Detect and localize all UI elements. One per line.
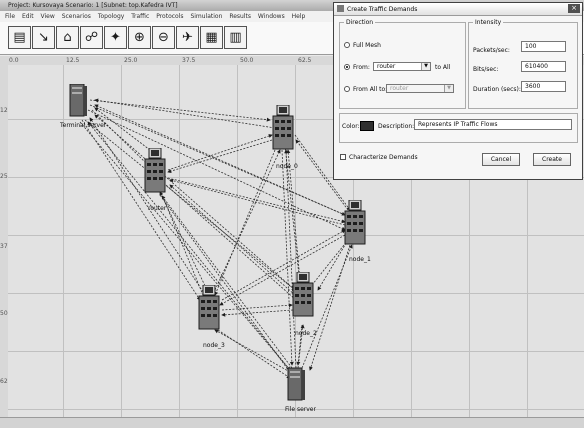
direction-legend: Direction	[346, 19, 374, 26]
color-swatch[interactable]	[360, 121, 374, 131]
full-mesh-radio[interactable]	[344, 42, 350, 48]
router-icon	[272, 104, 294, 150]
node-1[interactable]	[344, 199, 368, 248]
terminal-server-label: Terminal server	[60, 122, 107, 129]
router-node[interactable]	[144, 147, 168, 196]
node-2-label: node_2	[295, 330, 317, 337]
bits-input[interactable]: 610400	[521, 61, 566, 72]
from-all-to-radio[interactable]	[344, 86, 350, 92]
from-select-value: router	[377, 63, 396, 70]
node-0-label: node_0	[276, 163, 298, 170]
router-icon	[198, 284, 220, 330]
dialog-title-bar: Create Traffic Demands ×	[334, 3, 582, 16]
from-all-to-label: From All to:	[353, 86, 388, 93]
router-icon	[144, 147, 166, 193]
from-label: From:	[353, 64, 370, 71]
file-server-node[interactable]	[286, 366, 306, 404]
create-traffic-demands-dialog: Create Traffic Demands × Direction Full …	[333, 2, 583, 180]
node-0[interactable]	[272, 104, 296, 153]
packets-input[interactable]: 100	[521, 41, 566, 52]
chevron-down-icon: ▼	[421, 63, 430, 70]
characterize-demands-checkbox[interactable]	[340, 154, 346, 160]
close-icon[interactable]: ×	[568, 4, 580, 13]
file-server-label: File server	[285, 406, 316, 413]
application-window: Project: Kursovaya Scenario: 1 [Subnet: …	[0, 0, 584, 428]
chevron-down-icon: ▼	[444, 85, 453, 92]
duration-input[interactable]: 3600	[521, 81, 566, 92]
from-all-to-select-value: router	[390, 85, 409, 92]
node-3[interactable]	[198, 284, 222, 333]
to-all-label: to All	[435, 64, 451, 71]
intensity-legend: Intensity	[475, 19, 502, 26]
full-mesh-label: Full Mesh	[353, 42, 381, 49]
from-all-to-select[interactable]: router ▼	[386, 84, 454, 93]
horizontal-scrollbar[interactable]	[0, 417, 584, 428]
node-2[interactable]	[292, 271, 316, 320]
router-icon	[344, 199, 366, 245]
router-icon	[292, 271, 314, 317]
color-label: Color:	[342, 123, 360, 130]
app-icon	[337, 5, 344, 12]
packets-label: Packets/sec:	[473, 47, 510, 54]
characterize-demands-label: Characterize Demands	[349, 154, 418, 161]
from-radio[interactable]	[344, 64, 350, 70]
terminal-server-node[interactable]	[68, 83, 88, 120]
server-icon	[69, 83, 87, 117]
node-1-label: node_1	[349, 256, 371, 263]
dialog-title: Create Traffic Demands	[347, 6, 418, 13]
server-icon	[287, 367, 305, 401]
description-input[interactable]: Represents IP Traffic Flows	[414, 119, 572, 130]
duration-label: Duration (secs):	[473, 86, 521, 93]
node-3-label: node_3	[203, 342, 225, 349]
bits-label: Bits/sec:	[473, 66, 499, 73]
router-label: router	[148, 205, 167, 212]
description-label: Description:	[378, 123, 415, 130]
cancel-button[interactable]: Cancel	[482, 153, 520, 166]
from-select[interactable]: router ▼	[373, 62, 431, 71]
create-button[interactable]: Create	[533, 153, 571, 166]
